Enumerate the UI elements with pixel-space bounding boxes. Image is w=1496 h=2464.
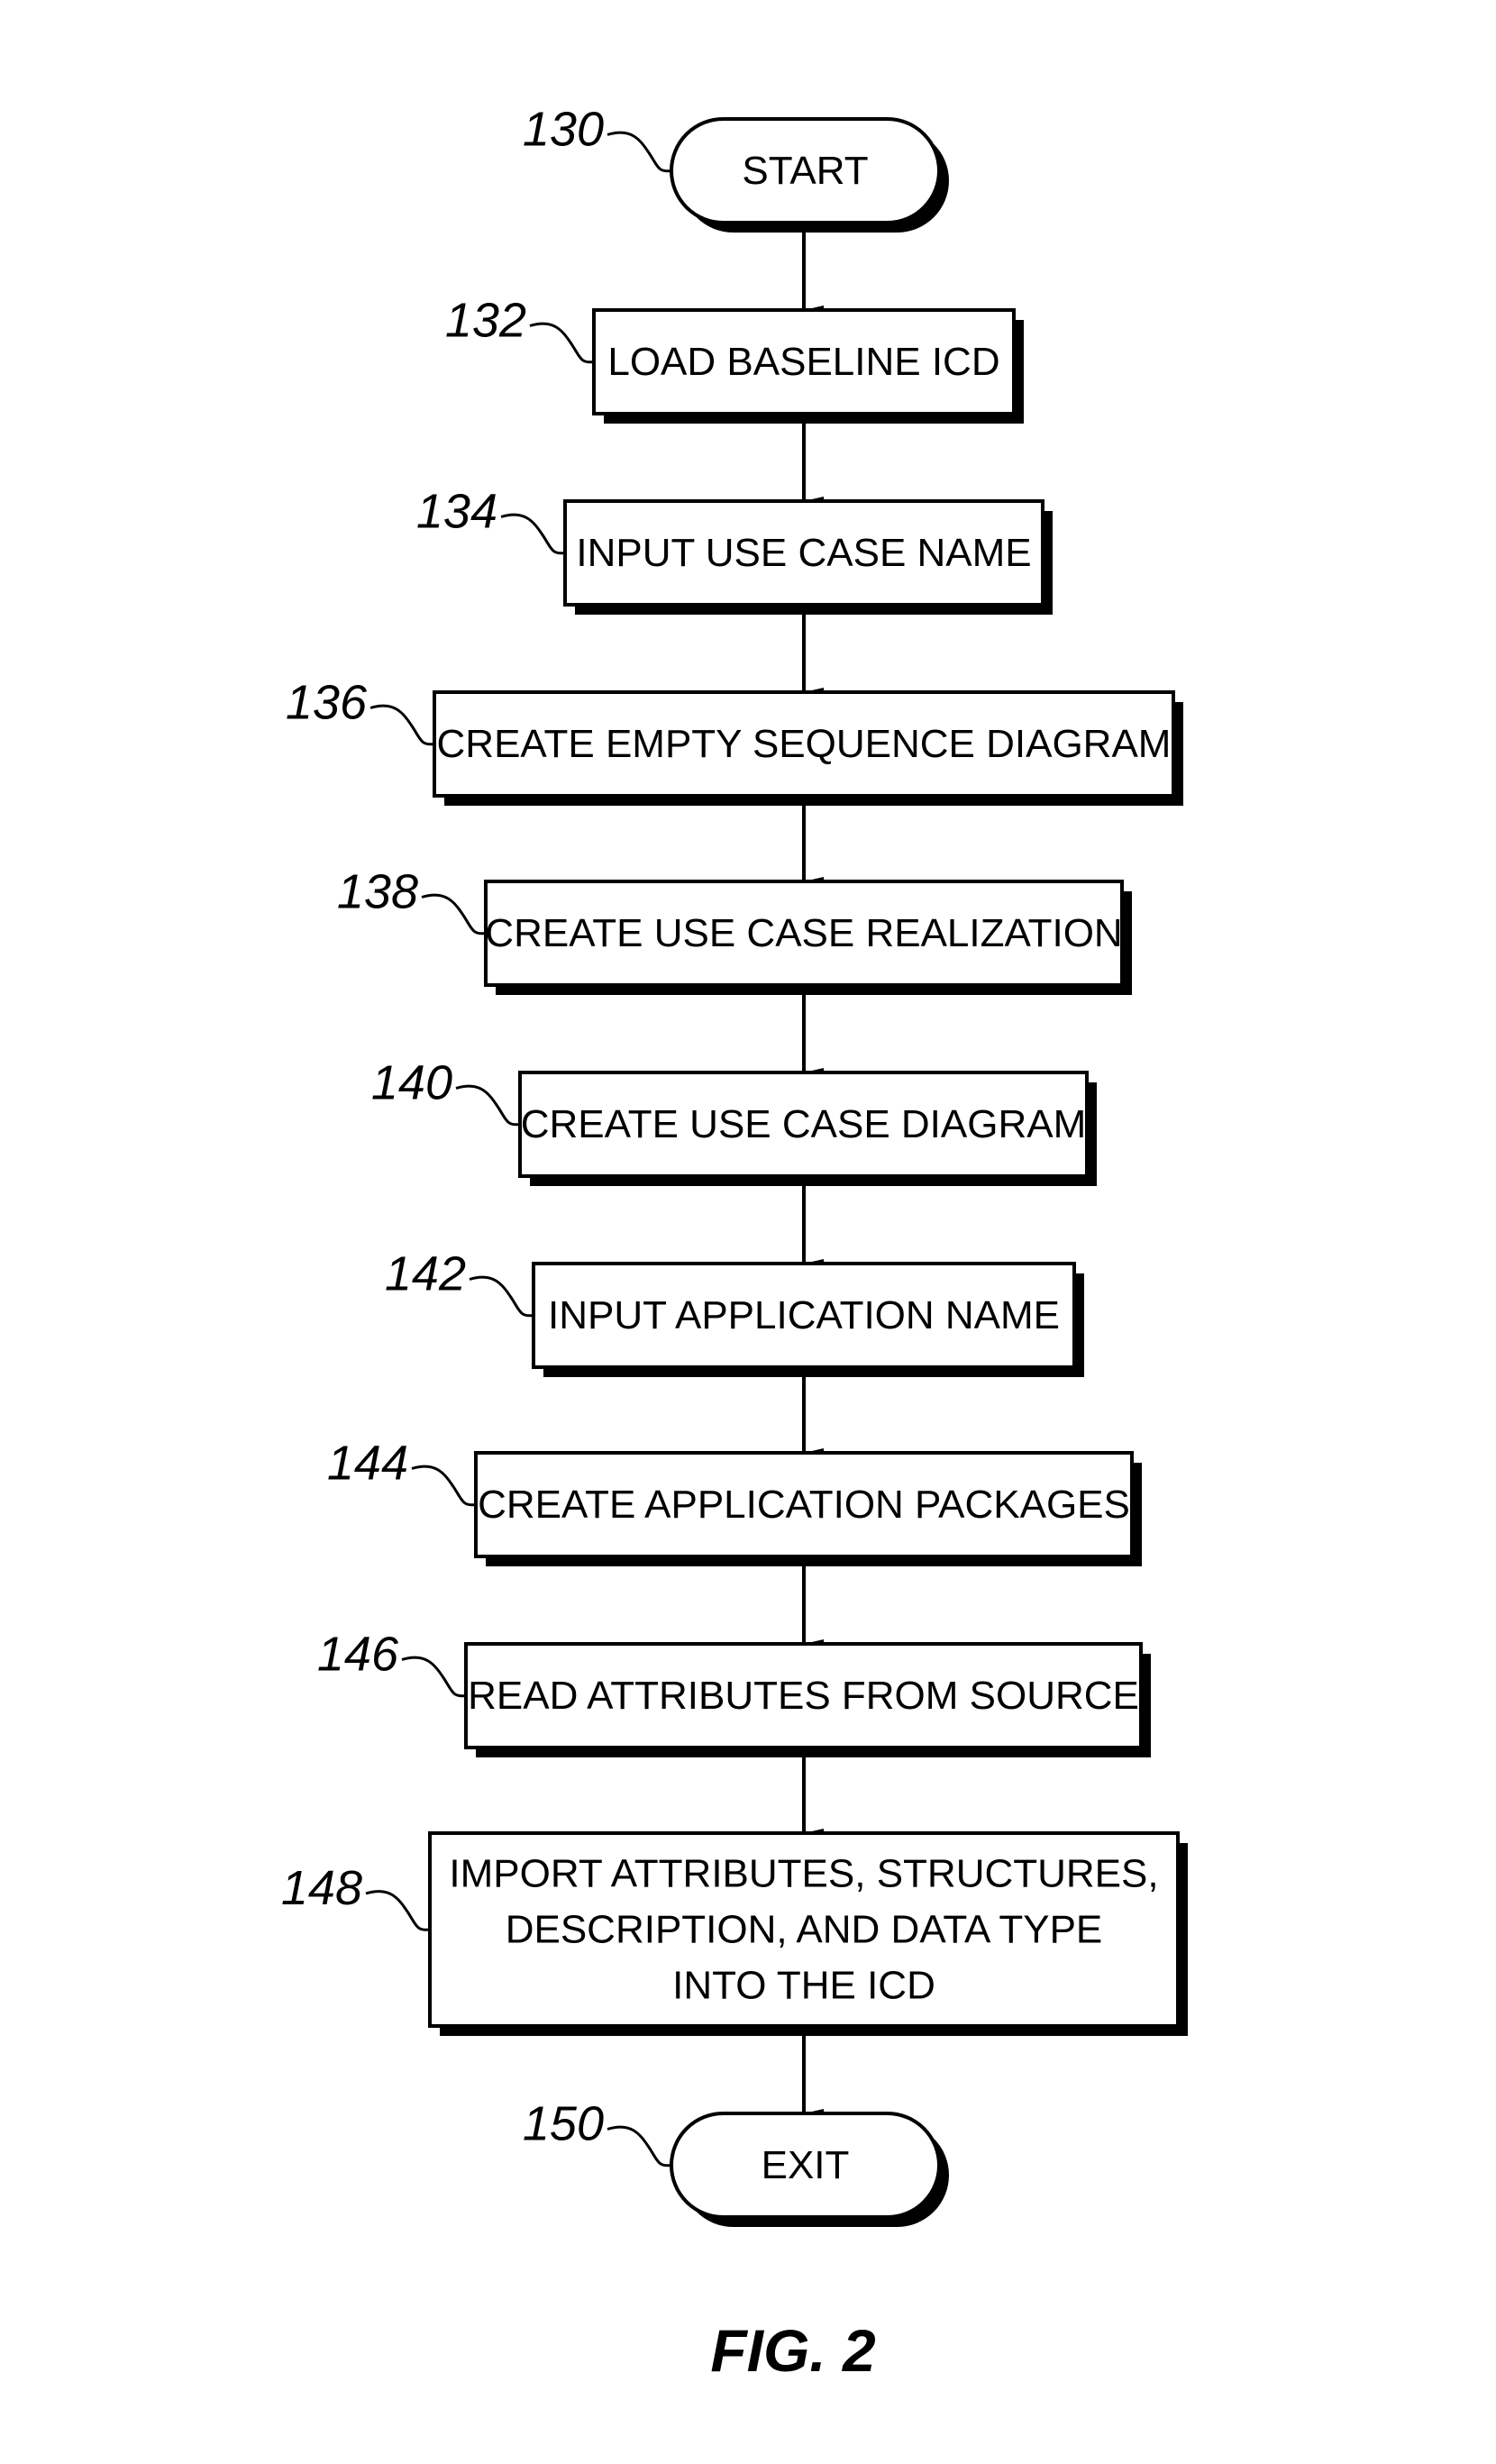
reference-numeral: 134 xyxy=(416,485,497,539)
process-box: CREATE APPLICATION PACKAGES 144 xyxy=(327,1437,1142,1566)
reference-numeral: 140 xyxy=(371,1056,452,1110)
reference-numeral: 148 xyxy=(281,1861,362,1915)
node-label: LOAD BASELINE ICD xyxy=(607,340,999,384)
node-label: CREATE USE CASE DIAGRAM xyxy=(521,1102,1087,1146)
reference-leader-line xyxy=(607,131,672,173)
terminal-node: EXIT 150 xyxy=(523,2097,949,2227)
process-box: INPUT APPLICATION NAME 142 xyxy=(385,1247,1084,1377)
process-box: IMPORT ATTRIBUTES, STRUCTURES, DESCRIPTIO… xyxy=(281,1831,1188,2036)
reference-leader-line xyxy=(529,322,595,364)
node-label: INPUT APPLICATION NAME xyxy=(548,1293,1060,1337)
reference-leader-line xyxy=(365,1890,431,1931)
reference-leader-line xyxy=(401,1656,467,1698)
node-label: READ ATTRIBUTES FROM SOURCE xyxy=(468,1674,1139,1718)
node-label: CREATE USE CASE REALIZATION xyxy=(485,911,1122,955)
reference-numeral: 146 xyxy=(317,1628,399,1682)
reference-leader-line xyxy=(607,2125,672,2167)
reference-numeral: 150 xyxy=(523,2097,604,2151)
process-box: INPUT USE CASE NAME 134 xyxy=(416,485,1053,615)
process-box: CREATE USE CASE DIAGRAM 140 xyxy=(371,1056,1097,1186)
reference-numeral: 130 xyxy=(523,103,604,157)
process-box: CREATE EMPTY SEQUENCE DIAGRAM 136 xyxy=(286,676,1183,806)
node-label: START xyxy=(742,149,868,193)
reference-numeral: 138 xyxy=(337,865,418,919)
node-label: DESCRIPTION, AND DATA TYPE xyxy=(506,1908,1103,1952)
reference-leader-line xyxy=(455,1084,521,1127)
reference-numeral: 132 xyxy=(445,294,526,348)
node-label: INTO THE ICD xyxy=(672,1964,935,2008)
node-label: IMPORT ATTRIBUTES, STRUCTURES, xyxy=(449,1852,1158,1896)
reference-numeral: 136 xyxy=(286,676,368,730)
reference-numeral: 142 xyxy=(385,1247,466,1301)
reference-leader-line xyxy=(411,1465,477,1507)
reference-leader-line xyxy=(369,704,435,746)
process-box: CREATE USE CASE REALIZATION 138 xyxy=(337,865,1132,995)
reference-leader-line xyxy=(500,513,566,555)
node-label: EXIT xyxy=(762,2143,850,2187)
reference-numeral: 144 xyxy=(327,1437,408,1491)
process-box: LOAD BASELINE ICD 132 xyxy=(445,294,1024,424)
node-label: CREATE EMPTY SEQUENCE DIAGRAM xyxy=(437,722,1172,766)
figure-label: FIG. 2 xyxy=(710,2317,876,2384)
reference-leader-line xyxy=(421,893,487,935)
node-label: INPUT USE CASE NAME xyxy=(576,531,1031,575)
flowchart: START 130 LOAD BASELINE ICD 132 INPUT USE CA… xyxy=(281,103,1188,2384)
reference-leader-line xyxy=(469,1275,534,1318)
terminal-node: START 130 xyxy=(523,103,949,233)
node-label: CREATE APPLICATION PACKAGES xyxy=(478,1483,1130,1527)
process-box: READ ATTRIBUTES FROM SOURCE 146 xyxy=(317,1628,1151,1757)
